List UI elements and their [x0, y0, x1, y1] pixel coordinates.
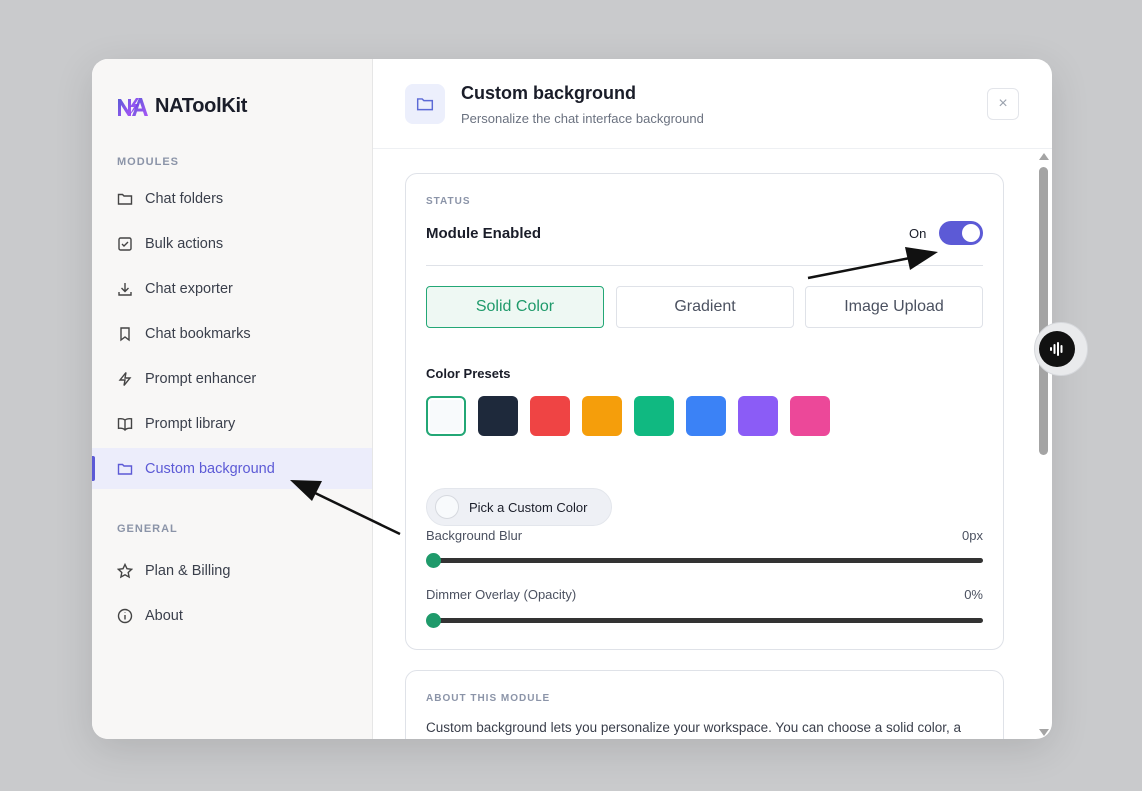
brand-name: NAToolKit	[155, 95, 248, 117]
scrollbar[interactable]	[1035, 150, 1052, 739]
page-subtitle: Personalize the chat interface backgroun…	[461, 111, 704, 126]
sidebar-item-label: Bulk actions	[145, 235, 224, 252]
lightning-icon	[117, 371, 133, 387]
color-preset-swatch[interactable]	[478, 396, 518, 436]
panel-content: STATUS Module Enabled On Solid Color Gra…	[373, 150, 1052, 739]
background-blur-thumb[interactable]	[426, 553, 441, 568]
sidebar-item-label: About	[145, 607, 183, 624]
sidebar: NAToolKit MODULES Chat folders Bulk acti…	[92, 59, 373, 739]
tab-image-upload[interactable]: Image Upload	[805, 286, 983, 328]
panel-header: Custom background Personalize the chat i…	[373, 59, 1052, 149]
na-logo-icon	[118, 97, 148, 116]
close-button[interactable]: ×	[987, 88, 1019, 120]
color-preset-swatch[interactable]	[790, 396, 830, 436]
color-preview-dot	[435, 495, 459, 519]
sidebar-item-prompt-enhancer[interactable]: Prompt enhancer	[92, 358, 372, 399]
about-text: Custom background lets you personalize y…	[426, 720, 962, 735]
tab-solid-color[interactable]: Solid Color	[426, 286, 604, 328]
bookmark-icon	[117, 326, 133, 342]
module-enabled-label: Module Enabled	[426, 225, 542, 242]
status-card: STATUS Module Enabled On Solid Color Gra…	[405, 173, 1004, 650]
pick-custom-color-label: Pick a Custom Color	[469, 499, 588, 515]
sidebar-item-label: Custom background	[145, 460, 275, 477]
sidebar-item-about[interactable]: About	[92, 595, 372, 636]
dimmer-overlay-thumb[interactable]	[426, 613, 441, 628]
background-blur-slider[interactable]	[433, 558, 983, 563]
scroll-thumb[interactable]	[1039, 167, 1048, 455]
folder-icon	[405, 84, 445, 124]
modules-section-title: MODULES	[117, 156, 179, 168]
toggle-knob	[962, 224, 980, 242]
main-panel: Custom background Personalize the chat i…	[373, 59, 1052, 739]
color-presets-label: Color Presets	[426, 366, 511, 381]
sidebar-item-label: Plan & Billing	[145, 562, 231, 579]
sidebar-item-prompt-library[interactable]: Prompt library	[92, 403, 372, 444]
info-icon	[117, 608, 133, 624]
checkbox-icon	[117, 236, 133, 252]
color-preset-swatch[interactable]	[738, 396, 778, 436]
divider	[426, 265, 983, 266]
background-blur-value: 0px	[962, 528, 983, 543]
audio-wave-icon	[1039, 331, 1075, 367]
background-blur-label: Background Blur	[426, 528, 523, 543]
color-preset-swatch[interactable]	[582, 396, 622, 436]
sidebar-item-chat-exporter[interactable]: Chat exporter	[92, 268, 372, 309]
sidebar-item-plan-billing[interactable]: Plan & Billing	[92, 550, 372, 591]
voice-assistant-button[interactable]	[1034, 322, 1088, 376]
toggle-state-label: On	[909, 226, 927, 241]
about-card: ABOUT THIS MODULE Custom background lets…	[405, 670, 1004, 739]
folder-icon	[117, 191, 133, 207]
general-section-title: GENERAL	[117, 523, 178, 535]
color-preset-swatch[interactable]	[426, 396, 466, 436]
tab-gradient[interactable]: Gradient	[616, 286, 794, 328]
sidebar-item-label: Chat bookmarks	[145, 325, 251, 342]
settings-modal: NAToolKit MODULES Chat folders Bulk acti…	[92, 59, 1052, 739]
page-title: Custom background	[461, 83, 637, 103]
sidebar-item-label: Prompt enhancer	[145, 370, 257, 387]
pick-custom-color-button[interactable]: Pick a Custom Color	[426, 488, 612, 526]
star-icon	[117, 562, 133, 579]
brand: NAToolKit	[117, 95, 247, 118]
dimmer-overlay-value: 0%	[964, 587, 983, 602]
sidebar-item-bulk-actions[interactable]: Bulk actions	[92, 223, 372, 264]
folder-icon	[117, 461, 133, 477]
dimmer-overlay-slider[interactable]	[433, 618, 983, 623]
color-preset-swatch[interactable]	[530, 396, 570, 436]
book-icon	[117, 416, 133, 432]
dimmer-overlay-label: Dimmer Overlay (Opacity)	[426, 587, 577, 602]
sidebar-item-label: Prompt library	[145, 415, 236, 432]
scroll-down-arrow-icon[interactable]	[1039, 729, 1049, 736]
sidebar-item-chat-folders[interactable]: Chat folders	[92, 178, 372, 219]
sidebar-item-label: Chat folders	[145, 190, 224, 207]
about-section-label: ABOUT THIS MODULE	[426, 693, 551, 704]
sidebar-item-custom-background[interactable]: Custom background	[92, 448, 372, 489]
status-section-label: STATUS	[426, 196, 471, 207]
color-preset-swatch[interactable]	[686, 396, 726, 436]
scroll-up-arrow-icon[interactable]	[1039, 153, 1049, 160]
sidebar-item-chat-bookmarks[interactable]: Chat bookmarks	[92, 313, 372, 354]
color-preset-swatch[interactable]	[634, 396, 674, 436]
sidebar-item-label: Chat exporter	[145, 280, 233, 297]
module-enabled-toggle[interactable]	[939, 221, 983, 245]
download-icon	[117, 281, 133, 297]
close-icon: ×	[998, 95, 1008, 112]
